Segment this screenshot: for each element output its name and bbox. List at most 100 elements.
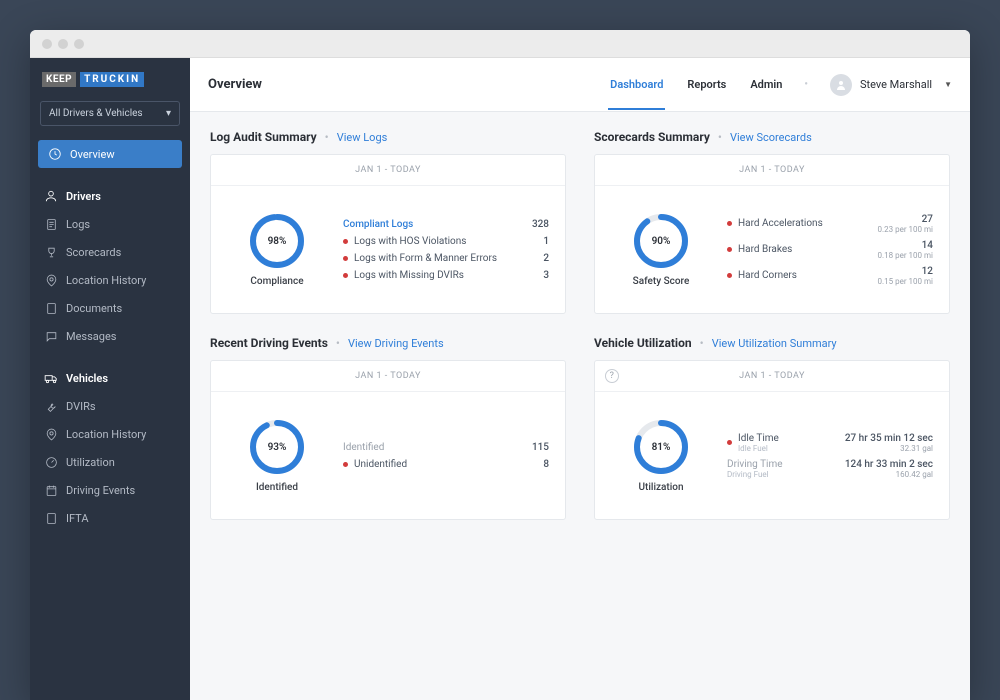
sidebar-item-location-drivers[interactable]: Location History [30, 266, 190, 294]
donut-percent: 93 [268, 442, 279, 453]
metric-row: Unidentified 8 [343, 459, 549, 470]
gauge-icon [44, 455, 58, 469]
metric-subvalue: 0.23 per 100 mi [878, 225, 933, 234]
bullet-icon [727, 273, 732, 278]
topbar: Overview Dashboard Reports Admin • Steve… [190, 58, 970, 112]
card-date-range: JAN 1 - TODAY [595, 155, 949, 186]
message-icon [44, 329, 58, 343]
brand-part2: TRUCKIN [80, 72, 144, 87]
gauge-icon [48, 147, 62, 161]
view-logs-link[interactable]: View Logs [337, 131, 388, 144]
card-driving-events: Recent Driving Events • View Driving Eve… [210, 336, 566, 520]
view-driving-events-link[interactable]: View Driving Events [348, 337, 444, 350]
donut-label: Safety Score [633, 276, 690, 287]
tab-dashboard[interactable]: Dashboard [608, 59, 665, 110]
page-title: Overview [208, 77, 262, 92]
filter-dropdown[interactable]: All Drivers & Vehicles ▾ [40, 101, 180, 126]
trophy-icon [44, 245, 58, 259]
metric-row: Logs with HOS Violations 1 [343, 236, 549, 247]
view-scorecards-link[interactable]: View Scorecards [730, 131, 812, 144]
user-menu[interactable]: Steve Marshall ▼ [830, 74, 952, 96]
wrench-icon [44, 399, 58, 413]
window-minimize-icon[interactable] [58, 39, 68, 49]
chevron-down-icon: ▼ [944, 80, 952, 89]
view-utilization-link[interactable]: View Utilization Summary [712, 337, 837, 350]
user-name: Steve Marshall [860, 78, 932, 91]
sidebar-item-logs[interactable]: Logs [30, 210, 190, 238]
metric-value: 12 [922, 266, 933, 277]
identified-donut: 93% Identified [227, 418, 327, 493]
bullet-icon [343, 273, 348, 278]
sidebar-item-documents[interactable]: Documents [30, 294, 190, 322]
metric-row: Idle TimeIdle Fuel 27 hr 35 min 12 sec32… [727, 433, 933, 453]
sidebar-item-dvirs[interactable]: DVIRs [30, 392, 190, 420]
window-maximize-icon[interactable] [74, 39, 84, 49]
sidebar-item-ifta[interactable]: IFTA [30, 504, 190, 532]
metric-value: 3 [543, 270, 549, 281]
tab-admin[interactable]: Admin [748, 59, 784, 110]
bullet-icon [343, 256, 348, 261]
app-window: KEEP TRUCKIN All Drivers & Vehicles ▾ Ov… [30, 30, 970, 700]
topbar-separator: • [804, 79, 808, 90]
card-date-range: JAN 1 - TODAY [211, 155, 565, 186]
card-title: Vehicle Utilization [594, 336, 692, 350]
sidebar-item-label: Location History [66, 428, 146, 441]
metric-name: Hard Brakes [727, 244, 792, 255]
metric-row: Hard Corners 120.15 per 100 mi [727, 266, 933, 286]
metric-subvalue: 0.15 per 100 mi [878, 277, 933, 286]
document-icon [44, 301, 58, 315]
sidebar-item-location-vehicles[interactable]: Location History [30, 420, 190, 448]
sidebar-item-driving-events[interactable]: Driving Events [30, 476, 190, 504]
calendar-icon [44, 483, 58, 497]
sidebar-item-label: DVIRs [66, 400, 96, 413]
sidebar-item-label: Driving Events [66, 484, 135, 497]
bullet-icon [343, 239, 348, 244]
metric-name: Hard Accelerations [727, 218, 823, 229]
sidebar-header-drivers[interactable]: Drivers [30, 182, 190, 210]
separator: • [325, 130, 329, 144]
tab-reports[interactable]: Reports [685, 59, 728, 110]
sidebar-item-label: Messages [66, 330, 116, 343]
sidebar-item-label: Location History [66, 274, 146, 287]
sidebar-item-scorecards[interactable]: Scorecards [30, 238, 190, 266]
card-title: Log Audit Summary [210, 130, 317, 144]
card-scorecards: Scorecards Summary • View Scorecards JAN… [594, 130, 950, 314]
brand-part1: KEEP [42, 72, 76, 87]
chevron-down-icon: ▾ [166, 108, 171, 119]
brand-logo: KEEP TRUCKIN [30, 58, 190, 101]
metric-row: Logs with Form & Manner Errors 2 [343, 253, 549, 264]
metric-row: Hard Brakes 140.18 per 100 mi [727, 240, 933, 260]
compliance-donut: 98% Compliance [227, 212, 327, 287]
sidebar-item-utilization[interactable]: Utilization [30, 448, 190, 476]
sidebar-item-overview[interactable]: Overview [38, 140, 182, 168]
sidebar-item-label: Scorecards [66, 246, 121, 259]
metric-list: Idle TimeIdle Fuel 27 hr 35 min 12 sec32… [727, 433, 933, 479]
sidebar-item-label: Logs [66, 218, 90, 231]
metric-name: Hard Corners [727, 270, 797, 281]
sidebar: KEEP TRUCKIN All Drivers & Vehicles ▾ Ov… [30, 58, 190, 700]
metric-row: Hard Accelerations 270.23 per 100 mi [727, 214, 933, 234]
metric-row: Compliant Logs 328 [343, 219, 549, 230]
sidebar-header-label: Drivers [66, 190, 101, 203]
help-icon[interactable]: ? [605, 369, 619, 383]
document-icon [44, 217, 58, 231]
metric-name: Unidentified [343, 459, 407, 470]
truck-icon [44, 371, 58, 385]
metric-list: Compliant Logs 328 Logs with HOS Violati… [343, 219, 549, 281]
metric-list: Hard Accelerations 270.23 per 100 mi Har… [727, 214, 933, 286]
metric-name: Idle TimeIdle Fuel [727, 433, 779, 453]
filter-label: All Drivers & Vehicles [49, 108, 143, 119]
sidebar-header-label: Vehicles [66, 372, 108, 385]
card-log-audit: Log Audit Summary • View Logs JAN 1 - TO… [210, 130, 566, 314]
metric-row: Logs with Missing DVIRs 3 [343, 270, 549, 281]
card-date-range: JAN 1 - TODAY [211, 361, 565, 392]
sidebar-item-label: Documents [66, 302, 122, 315]
utilization-donut: 81% Utilization [611, 418, 711, 493]
window-close-icon[interactable] [42, 39, 52, 49]
donut-label: Utilization [638, 482, 683, 493]
sidebar-header-vehicles[interactable]: Vehicles [30, 364, 190, 392]
metric-value: 27 hr 35 min 12 sec [845, 433, 933, 444]
metric-name: Logs with Form & Manner Errors [343, 253, 497, 264]
metric-row: Driving TimeDriving Fuel 124 hr 33 min 2… [727, 459, 933, 479]
sidebar-item-messages[interactable]: Messages [30, 322, 190, 350]
